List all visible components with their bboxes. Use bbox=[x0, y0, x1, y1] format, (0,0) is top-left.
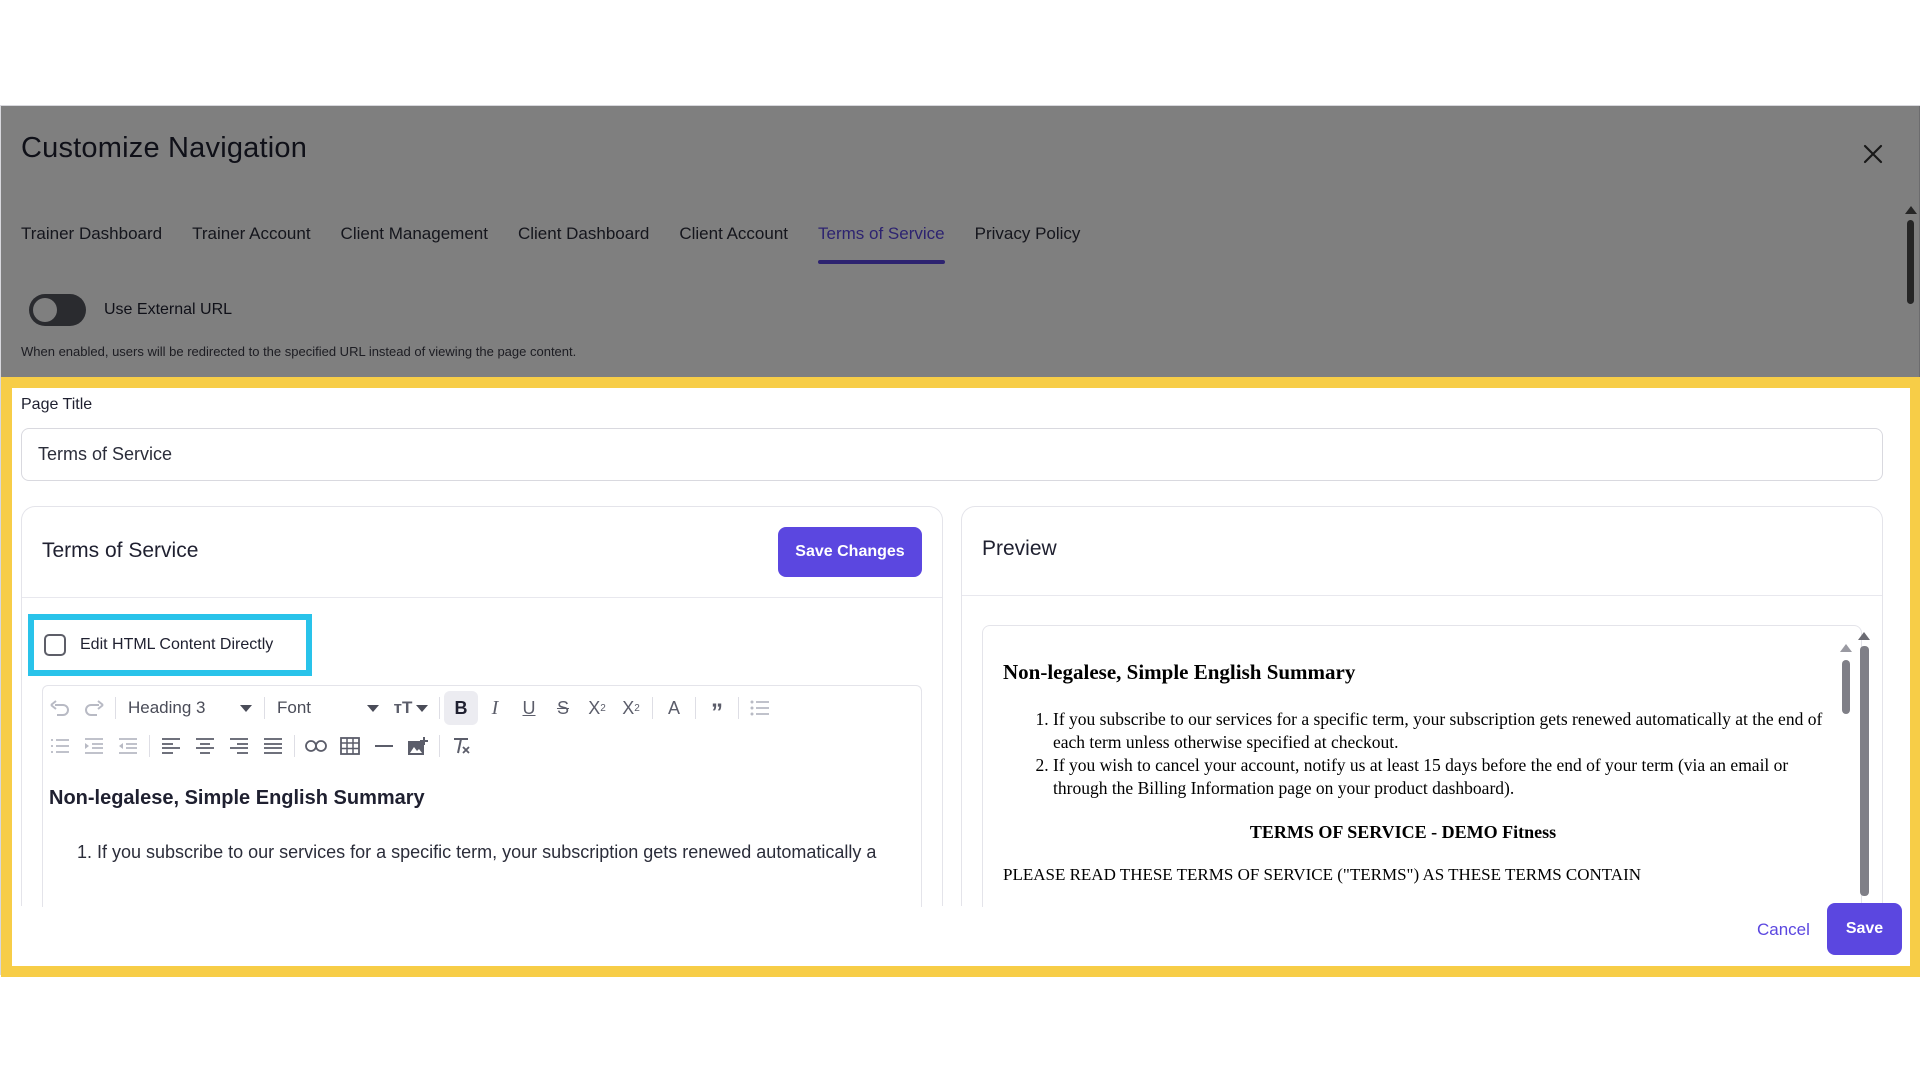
close-icon[interactable] bbox=[1861, 142, 1885, 166]
image-icon[interactable] bbox=[401, 729, 435, 763]
align-center-icon[interactable] bbox=[188, 729, 222, 763]
modal-header: Customize Navigation Trainer Dashboard T… bbox=[1, 106, 1920, 376]
clear-format-icon[interactable] bbox=[444, 729, 478, 763]
preview-list-item: If you subscribe to our services for a s… bbox=[1053, 708, 1823, 754]
table-icon[interactable] bbox=[333, 729, 367, 763]
superscript-icon[interactable]: X2 bbox=[614, 691, 648, 725]
page-title-label: Page Title bbox=[21, 396, 93, 413]
modal-scrollbar[interactable] bbox=[1903, 206, 1917, 316]
italic-icon[interactable]: I bbox=[478, 691, 512, 725]
scroll-up-arrow-icon[interactable] bbox=[1840, 644, 1852, 652]
blockquote-icon[interactable]: ” bbox=[700, 691, 734, 725]
undo-icon[interactable] bbox=[43, 691, 77, 725]
customize-navigation-modal: Customize Navigation Trainer Dashboard T… bbox=[0, 105, 1920, 977]
preview-title: Preview bbox=[982, 537, 1057, 560]
indent-icon[interactable] bbox=[77, 729, 111, 763]
preview-inner-scrollbar[interactable] bbox=[1839, 644, 1853, 907]
tab-terms-of-service[interactable]: Terms of Service bbox=[818, 224, 945, 264]
rich-text-toolbar: Heading 3 Font тT B I U S X2 X2 A ” bbox=[42, 685, 922, 765]
horizontal-rule-icon[interactable] bbox=[367, 729, 401, 763]
divider bbox=[962, 595, 1882, 596]
tab-bar: Trainer Dashboard Trainer Account Client… bbox=[21, 224, 1080, 264]
underline-icon[interactable]: U bbox=[512, 691, 546, 725]
highlighted-content-area: Page Title Terms of Service Save Changes… bbox=[1, 377, 1920, 977]
preview-frame[interactable]: Non-legalese, Simple English Summary If … bbox=[982, 625, 1862, 907]
toolbar-separator bbox=[264, 697, 265, 719]
tab-trainer-account[interactable]: Trainer Account bbox=[192, 224, 310, 264]
toolbar-separator bbox=[115, 697, 116, 719]
editor-list-item: 1. If you subscribe to our services for … bbox=[77, 842, 877, 862]
scroll-up-arrow-icon[interactable] bbox=[1905, 206, 1917, 214]
bold-icon[interactable]: B bbox=[444, 691, 478, 725]
preview-list: If you subscribe to our services for a s… bbox=[1053, 708, 1823, 800]
toolbar-separator bbox=[439, 697, 440, 719]
tab-client-dashboard[interactable]: Client Dashboard bbox=[518, 224, 649, 264]
chevron-down-icon bbox=[367, 704, 379, 712]
edit-html-checkbox[interactable] bbox=[44, 634, 66, 656]
scroll-thumb[interactable] bbox=[1842, 660, 1850, 714]
toolbar-row-1: Heading 3 Font тT B I U S X2 X2 A ” bbox=[43, 690, 777, 726]
chevron-down-icon bbox=[240, 704, 252, 712]
preview-list-item: If you wish to cancel your account, noti… bbox=[1053, 754, 1823, 800]
subscript-icon[interactable]: X2 bbox=[580, 691, 614, 725]
editor-content-area[interactable]: Non-legalese, Simple English Summary 1. … bbox=[42, 765, 922, 907]
external-url-helper-text: When enabled, users will be redirected t… bbox=[21, 344, 577, 359]
preview-body-text: PLEASE READ THESE TERMS OF SERVICE ("TER… bbox=[1003, 865, 1642, 884]
font-color-icon[interactable]: A bbox=[657, 691, 691, 725]
toolbar-separator bbox=[439, 735, 440, 757]
toolbar-separator bbox=[294, 735, 295, 757]
page-title-input[interactable] bbox=[21, 428, 1883, 481]
toolbar-separator bbox=[652, 697, 653, 719]
editor-heading: Non-legalese, Simple English Summary bbox=[49, 787, 425, 809]
heading-select[interactable]: Heading 3 bbox=[120, 691, 260, 725]
preview-terms-heading: TERMS OF SERVICE - DEMO Fitness bbox=[1249, 822, 1557, 842]
external-url-row: Use External URL bbox=[29, 294, 232, 326]
scroll-thumb[interactable] bbox=[1860, 646, 1869, 896]
tab-client-management[interactable]: Client Management bbox=[341, 224, 488, 264]
align-justify-icon[interactable] bbox=[256, 729, 290, 763]
toolbar-separator bbox=[738, 697, 739, 719]
align-right-icon[interactable] bbox=[222, 729, 256, 763]
save-button[interactable]: Save bbox=[1827, 903, 1902, 955]
toggle-knob bbox=[33, 298, 57, 322]
toolbar-separator bbox=[149, 735, 150, 757]
align-left-icon[interactable] bbox=[154, 729, 188, 763]
font-select[interactable]: Font bbox=[269, 691, 387, 725]
numbered-list-icon[interactable] bbox=[43, 729, 77, 763]
cancel-button[interactable]: Cancel bbox=[1757, 920, 1810, 940]
strikethrough-icon[interactable]: S bbox=[546, 691, 580, 725]
external-url-toggle[interactable] bbox=[29, 294, 86, 326]
font-select-value: Font bbox=[277, 698, 312, 717]
modal-title: Customize Navigation bbox=[21, 132, 308, 164]
preview-outer-scrollbar[interactable] bbox=[1856, 632, 1872, 920]
editor-card: Terms of Service Save Changes Edit HTML … bbox=[21, 506, 943, 907]
edit-html-checkbox-row[interactable]: Edit HTML Content Directly bbox=[28, 614, 312, 676]
preview-heading: Non-legalese, Simple English Summary bbox=[1003, 660, 1356, 684]
toolbar-row-2 bbox=[43, 728, 478, 764]
editor-card-title: Terms of Service bbox=[42, 539, 199, 562]
bullet-list-icon[interactable] bbox=[743, 691, 777, 725]
chevron-down-icon bbox=[416, 704, 429, 712]
text-size-icon[interactable]: тT bbox=[387, 691, 435, 725]
edit-html-label: Edit HTML Content Directly bbox=[80, 636, 274, 653]
link-icon[interactable] bbox=[299, 729, 333, 763]
redo-icon[interactable] bbox=[77, 691, 111, 725]
toolbar-separator bbox=[695, 697, 696, 719]
external-url-label: Use External URL bbox=[104, 301, 233, 318]
tab-client-account[interactable]: Client Account bbox=[679, 224, 788, 264]
preview-card: Preview Non-legalese, Simple English Sum… bbox=[961, 506, 1883, 920]
tab-privacy-policy[interactable]: Privacy Policy bbox=[975, 224, 1081, 264]
heading-select-value: Heading 3 bbox=[128, 698, 206, 717]
save-changes-button[interactable]: Save Changes bbox=[778, 527, 922, 577]
outdent-icon[interactable] bbox=[111, 729, 145, 763]
divider bbox=[22, 597, 942, 598]
scroll-up-arrow-icon[interactable] bbox=[1858, 632, 1870, 640]
tab-trainer-dashboard[interactable]: Trainer Dashboard bbox=[21, 224, 162, 264]
scroll-thumb[interactable] bbox=[1907, 220, 1914, 304]
